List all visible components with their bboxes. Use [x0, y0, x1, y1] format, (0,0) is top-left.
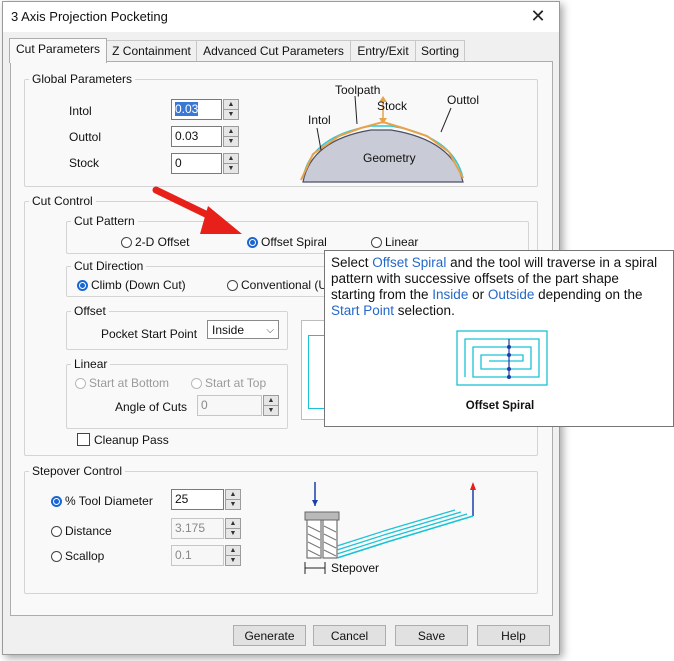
cut-pattern-linear-radio[interactable]: Linear	[371, 235, 418, 251]
tooltip-text: Select Offset Spiral and the tool will t…	[331, 255, 658, 318]
stock-label: Stock	[69, 156, 100, 170]
tool-diameter-down-arrow-icon[interactable]: ▼	[225, 499, 241, 510]
intol-label: Intol	[69, 104, 92, 118]
stock-down-arrow-icon[interactable]: ▼	[223, 163, 239, 174]
outtol-diagram-label: Outtol	[447, 93, 479, 107]
cut-pattern-legend: Cut Pattern	[74, 214, 135, 228]
angle-down-arrow-icon[interactable]: ▼	[263, 405, 279, 416]
window-title: 3 Axis Projection Pocketing	[11, 9, 168, 24]
distance-down-arrow-icon[interactable]: ▼	[225, 528, 241, 539]
scallop-radio[interactable]: Scallop	[51, 549, 104, 565]
conventional-radio[interactable]: Conventional (U	[227, 278, 327, 294]
toolpath-diagram-label: Toolpath	[335, 84, 380, 97]
cancel-button[interactable]: Cancel	[313, 625, 386, 646]
offset-spiral-tooltip: Select Offset Spiral and the tool will t…	[324, 250, 674, 427]
radio-circle-icon	[191, 378, 202, 389]
angle-of-cuts-input[interactable]: 0	[197, 395, 262, 416]
chevron-down-icon: ⌵	[266, 325, 274, 336]
distance-radio[interactable]: Distance	[51, 524, 112, 540]
pocket-start-point-label: Pocket Start Point	[101, 327, 198, 341]
close-icon[interactable]: ✕	[527, 5, 549, 27]
pocket-start-point-select[interactable]: Inside ⌵	[207, 320, 279, 339]
intol-input[interactable]: 0.03	[171, 99, 222, 120]
cut-direction-legend: Cut Direction	[74, 259, 144, 273]
tool-diameter-radio[interactable]: % Tool Diameter	[51, 494, 153, 510]
offset-legend: Offset	[74, 304, 106, 318]
tooltip-caption: Offset Spiral	[465, 400, 535, 412]
climb-radio[interactable]: Climb (Down Cut)	[77, 278, 186, 294]
title-bar[interactable]: 3 Axis Projection Pocketing ✕	[3, 2, 559, 32]
outtol-label: Outtol	[69, 130, 102, 144]
stepover-control-legend: Stepover Control	[32, 464, 123, 478]
stock-diagram-label: Stock	[377, 99, 408, 113]
generate-button[interactable]: Generate	[233, 625, 306, 646]
outtol-down-arrow-icon[interactable]: ▼	[223, 136, 239, 147]
cleanup-pass-checkbox[interactable]: Cleanup Pass	[77, 433, 169, 447]
tab-advanced-cut-parameters[interactable]: Advanced Cut Parameters	[196, 40, 351, 61]
help-button[interactable]: Help	[477, 625, 550, 646]
radio-circle-icon	[51, 526, 62, 537]
geometry-diagram-label: Geometry	[363, 151, 416, 165]
outtol-spinner[interactable]: 0.03 ▲ ▼	[171, 126, 241, 147]
stepover-diagram: Stepover	[304, 482, 476, 575]
checkbox-icon	[77, 433, 90, 446]
offset-spiral-diagram	[456, 330, 548, 386]
global-parameters-legend: Global Parameters	[32, 72, 133, 86]
scallop-spinner[interactable]: 0.1 ▲ ▼	[171, 545, 243, 566]
angle-of-cuts-spinner[interactable]: 0 ▲ ▼	[197, 395, 281, 416]
start-at-top-radio[interactable]: Start at Top	[191, 376, 266, 392]
tab-cut-parameters[interactable]: Cut Parameters	[9, 38, 107, 63]
radio-circle-icon	[75, 378, 86, 389]
intol-down-arrow-icon[interactable]: ▼	[223, 109, 239, 120]
radio-circle-icon	[227, 280, 238, 291]
outtol-input[interactable]: 0.03	[171, 126, 222, 147]
linear-group: Linear	[66, 357, 288, 429]
intol-diagram-label: Intol	[308, 113, 331, 127]
scallop-down-arrow-icon[interactable]: ▼	[225, 555, 241, 566]
tolerance-diagram: Toolpath Stock Intol Outtol Geometry	[300, 84, 479, 183]
radio-circle-icon	[51, 551, 62, 562]
scallop-input[interactable]: 0.1	[171, 545, 224, 566]
tool-diameter-spinner[interactable]: 25 ▲ ▼	[171, 489, 243, 510]
distance-spinner[interactable]: 3.175 ▲ ▼	[171, 518, 243, 539]
cut-control-legend: Cut Control	[32, 194, 93, 208]
radio-circle-icon	[371, 237, 382, 248]
distance-input[interactable]: 3.175	[171, 518, 224, 539]
stock-input[interactable]: 0	[171, 153, 222, 174]
tool-diameter-input[interactable]: 25	[171, 489, 224, 510]
stepover-diagram-label: Stepover	[331, 561, 379, 575]
linear-legend: Linear	[74, 357, 108, 371]
radio-selected-icon	[51, 496, 62, 507]
tab-entry-exit[interactable]: Entry/Exit	[350, 40, 416, 61]
save-button[interactable]: Save	[395, 625, 468, 646]
start-at-bottom-radio[interactable]: Start at Bottom	[75, 376, 169, 392]
tab-sorting[interactable]: Sorting	[415, 40, 465, 61]
radio-selected-icon	[77, 280, 88, 291]
intol-spinner[interactable]: 0.03 ▲ ▼	[171, 99, 241, 120]
annotation-arrow-icon	[152, 186, 242, 234]
tab-z-containment[interactable]: Z Containment	[106, 40, 197, 61]
radio-circle-icon	[121, 237, 132, 248]
stock-spinner[interactable]: 0 ▲ ▼	[171, 153, 241, 174]
angle-of-cuts-label: Angle of Cuts	[115, 400, 188, 414]
cut-pattern-offset-spiral-radio[interactable]: Offset Spiral	[247, 235, 327, 251]
